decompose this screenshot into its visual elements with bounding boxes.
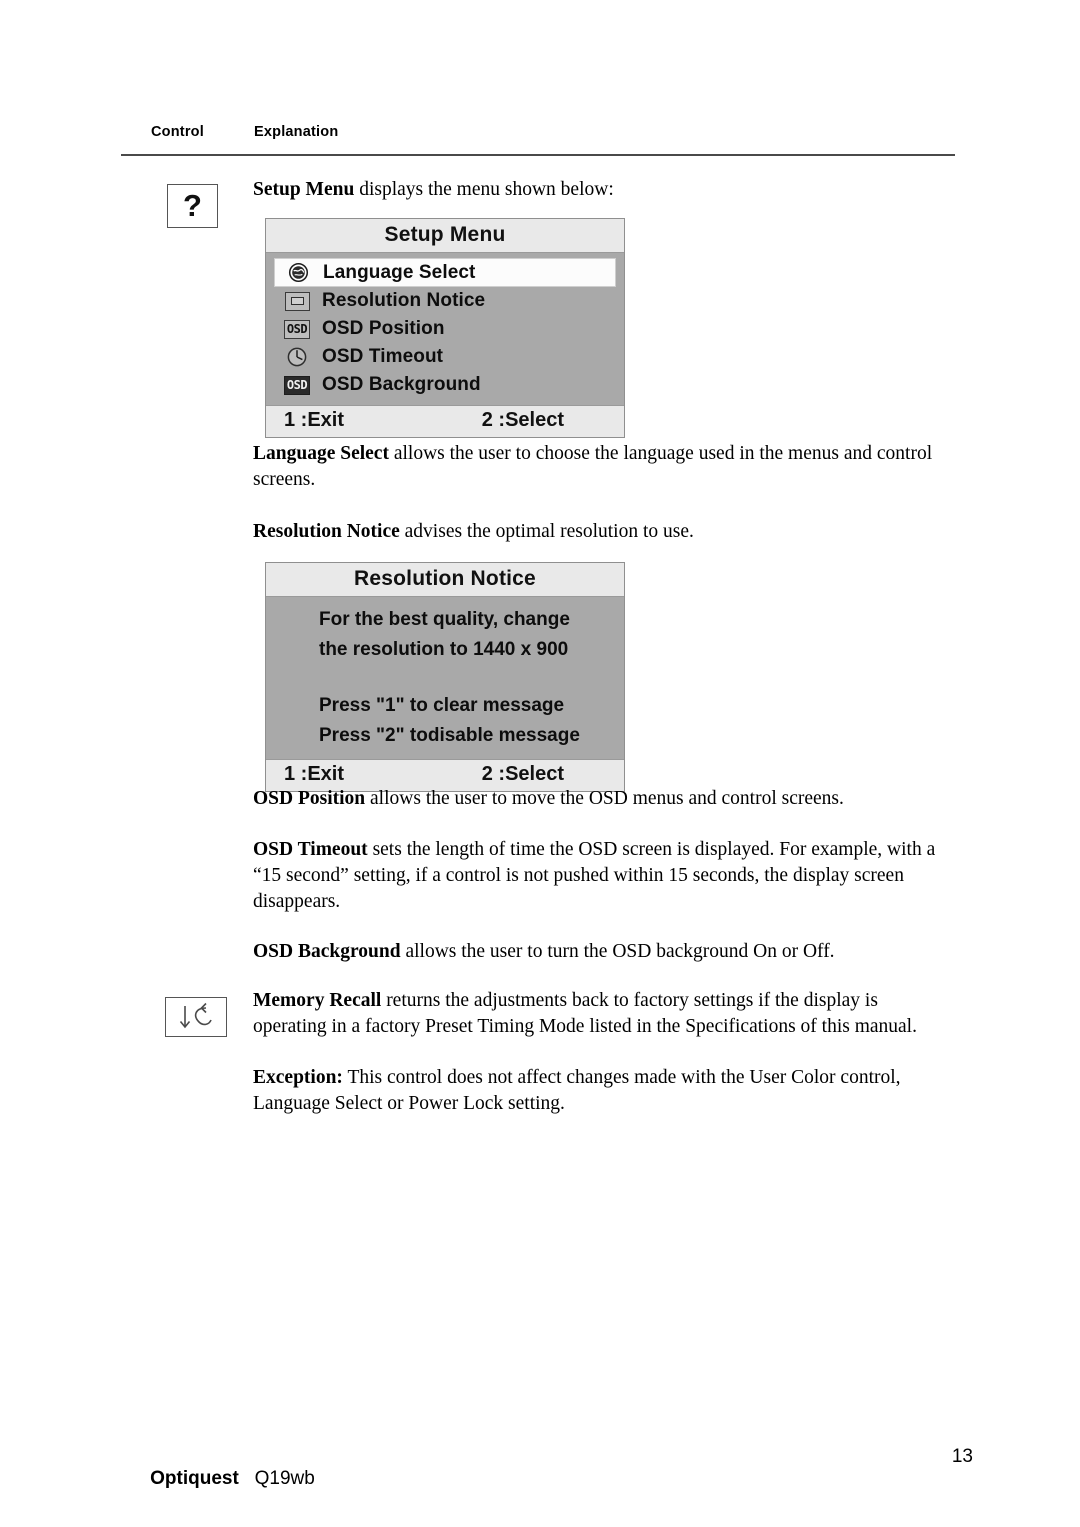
- clock-icon: [282, 346, 312, 368]
- memory-recall-arrow-icon: [165, 997, 227, 1037]
- menu-item-label: Language Select: [323, 261, 476, 283]
- exception-text: This control does not affect changes mad…: [253, 1067, 901, 1114]
- exception-term: Exception:: [253, 1067, 343, 1088]
- resolution-notice-osd-body: For the best quality, change the resolut…: [266, 597, 624, 759]
- osd-inverted-icon: OSD: [282, 374, 312, 396]
- menu-item-label: OSD Background: [322, 374, 481, 395]
- question-mark-glyph: ?: [183, 188, 202, 223]
- notice-line: the resolution to 1440 x 900: [319, 639, 569, 660]
- setup-menu-osd-footer: 1 :Exit 2 :Select: [266, 405, 624, 437]
- header-divider-rule: [121, 154, 955, 156]
- notice-line: Press "1" to clear message: [319, 695, 565, 716]
- footer-brand: Optiquest: [150, 1468, 239, 1489]
- globe-icon: [283, 262, 313, 284]
- osd-footer-exit[interactable]: 1 :Exit: [284, 409, 344, 432]
- setup-menu-intro-text: displays the menu shown below:: [354, 179, 614, 200]
- footer-page-number: 13: [951, 1446, 973, 1467]
- notice-line: Press "2" todisable message: [319, 725, 580, 746]
- resolution-notice-term: Resolution Notice: [253, 521, 400, 542]
- osd-position-text: allows the user to move the OSD menus an…: [365, 788, 844, 809]
- setup-menu-term: Setup Menu: [253, 179, 355, 200]
- menu-item-label: OSD Position: [322, 318, 445, 339]
- setup-menu-osd-title: Setup Menu: [266, 219, 624, 253]
- osd-footer-exit[interactable]: 1 :Exit: [284, 763, 344, 786]
- question-mark-icon: ?: [167, 184, 218, 228]
- osd-background-text: allows the user to turn the OSD backgrou…: [400, 941, 835, 962]
- menu-item-label: Resolution Notice: [322, 290, 486, 311]
- resolution-notice-text: advises the optimal resolution to use.: [399, 521, 694, 542]
- osd-footer-select[interactable]: 2 :Select: [482, 409, 564, 432]
- setup-menu-osd-window: Setup Menu Language Select Resolution No…: [265, 218, 625, 438]
- resolution-notice-osd-title: Resolution Notice: [266, 563, 624, 597]
- paragraph-resolution-notice: Resolution Notice advises the optimal re…: [253, 519, 953, 545]
- document-page: Control Explanation ? Setup Menu display…: [0, 0, 1080, 1527]
- paragraph-osd-background: OSD Background allows the user to turn t…: [253, 939, 953, 965]
- menu-item-osd-position[interactable]: OSD OSD Position: [274, 315, 616, 343]
- language-select-term: Language Select: [253, 443, 389, 464]
- paragraph-memory-recall: Memory Recall returns the adjustments ba…: [253, 988, 953, 1040]
- menu-item-language-select[interactable]: Language Select: [274, 258, 616, 287]
- memory-recall-term: Memory Recall: [253, 990, 382, 1011]
- paragraph-language-select: Language Select allows the user to choos…: [253, 441, 953, 493]
- osd-text-icon: OSD: [282, 318, 312, 340]
- osd-timeout-term: OSD Timeout: [253, 839, 368, 860]
- paragraph-osd-timeout: OSD Timeout sets the length of time the …: [253, 837, 953, 915]
- menu-item-resolution-notice[interactable]: Resolution Notice: [274, 287, 616, 315]
- notice-line: For the best quality, change: [319, 609, 570, 630]
- paragraph-exception: Exception: This control does not affect …: [253, 1065, 953, 1117]
- paragraph-osd-position: OSD Position allows the user to move the…: [253, 786, 953, 812]
- setup-menu-osd-body: Language Select Resolution Notice OSD OS…: [266, 253, 624, 405]
- paragraph-setup-menu-intro: Setup Menu displays the menu shown below…: [253, 177, 953, 203]
- footer-brand-model: Optiquest Q19wb: [129, 1446, 315, 1512]
- column-header-explanation: Explanation: [254, 124, 339, 140]
- osd-background-term: OSD Background: [253, 941, 401, 962]
- osd-position-term: OSD Position: [253, 788, 366, 809]
- footer-model: Q19wb: [254, 1468, 315, 1489]
- resolution-notice-osd-window: Resolution Notice For the best quality, …: [265, 562, 625, 792]
- column-header-control: Control: [151, 124, 204, 140]
- osd-footer-select[interactable]: 2 :Select: [482, 763, 564, 786]
- menu-item-osd-background[interactable]: OSD OSD Background: [274, 371, 616, 399]
- monitor-icon: [282, 290, 312, 312]
- notice-spacer: [266, 665, 624, 691]
- menu-item-osd-timeout[interactable]: OSD Timeout: [274, 343, 616, 371]
- menu-item-label: OSD Timeout: [322, 346, 444, 367]
